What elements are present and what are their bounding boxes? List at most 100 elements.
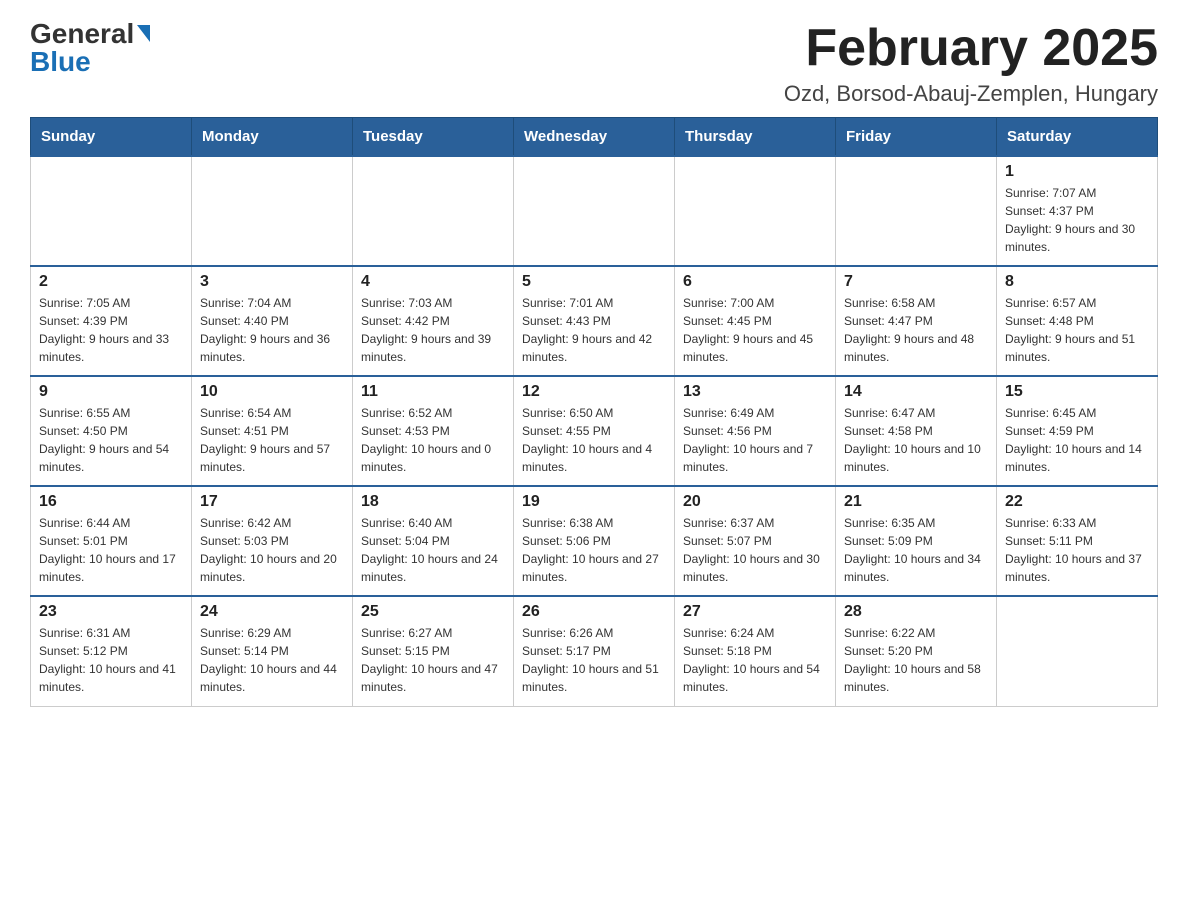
day-of-week-header: Wednesday <box>514 118 675 157</box>
calendar-day-cell: 24 Sunrise: 6:29 AMSunset: 5:14 PMDayligh… <box>192 596 353 706</box>
calendar-day-cell: 12 Sunrise: 6:50 AMSunset: 4:55 PMDayligh… <box>514 376 675 486</box>
calendar-day-cell: 21 Sunrise: 6:35 AMSunset: 5:09 PMDayligh… <box>836 486 997 596</box>
title-section: February 2025 Ozd, Borsod-Abauj-Zemplen,… <box>784 20 1158 107</box>
calendar-day-cell: 11 Sunrise: 6:52 AMSunset: 4:53 PMDayligh… <box>353 376 514 486</box>
calendar-day-cell: 25 Sunrise: 6:27 AMSunset: 5:15 PMDayligh… <box>353 596 514 706</box>
calendar-day-cell: 18Sunrise: 6:40 AMSunset: 5:04 PMDayligh… <box>353 486 514 596</box>
day-info: Sunrise: 6:45 AMSunset: 4:59 PMDaylight:… <box>1005 404 1149 476</box>
calendar-week-row: 23 Sunrise: 6:31 AMSunset: 5:12 PMDayligh… <box>31 596 1158 706</box>
day-info: Sunrise: 6:31 AMSunset: 5:12 PMDaylight:… <box>39 624 183 696</box>
day-info: Sunrise: 6:29 AMSunset: 5:14 PMDaylight:… <box>200 624 344 696</box>
page-header: General Blue February 2025 Ozd, Borsod-A… <box>30 20 1158 107</box>
day-info: Sunrise: 6:44 AMSunset: 5:01 PMDaylight:… <box>39 514 183 586</box>
day-number: 13 <box>683 383 827 401</box>
calendar-day-cell: 14 Sunrise: 6:47 AMSunset: 4:58 PMDayligh… <box>836 376 997 486</box>
day-info: Sunrise: 7:00 AMSunset: 4:45 PMDaylight:… <box>683 294 827 366</box>
calendar-day-cell <box>675 156 836 266</box>
day-info: Sunrise: 6:50 AMSunset: 4:55 PMDaylight:… <box>522 404 666 476</box>
calendar-day-cell: 19Sunrise: 6:38 AMSunset: 5:06 PMDayligh… <box>514 486 675 596</box>
day-info: Sunrise: 6:49 AMSunset: 4:56 PMDaylight:… <box>683 404 827 476</box>
calendar-day-cell: 7 Sunrise: 6:58 AMSunset: 4:47 PMDaylight… <box>836 266 997 376</box>
calendar-day-cell <box>514 156 675 266</box>
day-info: Sunrise: 6:54 AMSunset: 4:51 PMDaylight:… <box>200 404 344 476</box>
day-of-week-header: Friday <box>836 118 997 157</box>
day-number: 24 <box>200 603 344 621</box>
day-number: 11 <box>361 383 505 401</box>
calendar-week-row: 9Sunrise: 6:55 AMSunset: 4:50 PMDaylight… <box>31 376 1158 486</box>
day-info: Sunrise: 6:24 AMSunset: 5:18 PMDaylight:… <box>683 624 827 696</box>
calendar-day-cell: 4 Sunrise: 7:03 AMSunset: 4:42 PMDaylight… <box>353 266 514 376</box>
day-number: 7 <box>844 273 988 291</box>
day-number: 28 <box>844 603 988 621</box>
day-info: Sunrise: 6:37 AMSunset: 5:07 PMDaylight:… <box>683 514 827 586</box>
day-info: Sunrise: 6:42 AMSunset: 5:03 PMDaylight:… <box>200 514 344 586</box>
day-number: 23 <box>39 603 183 621</box>
calendar-day-cell: 16 Sunrise: 6:44 AMSunset: 5:01 PMDayligh… <box>31 486 192 596</box>
logo-blue: Blue <box>30 48 91 76</box>
day-of-week-header: Sunday <box>31 118 192 157</box>
calendar-day-cell: 9Sunrise: 6:55 AMSunset: 4:50 PMDaylight… <box>31 376 192 486</box>
day-number: 16 <box>39 493 183 511</box>
day-info: Sunrise: 6:55 AMSunset: 4:50 PMDaylight:… <box>39 404 183 476</box>
calendar-day-cell: 2Sunrise: 7:05 AMSunset: 4:39 PMDaylight… <box>31 266 192 376</box>
day-of-week-header: Saturday <box>997 118 1158 157</box>
calendar-day-cell: 15 Sunrise: 6:45 AMSunset: 4:59 PMDayligh… <box>997 376 1158 486</box>
calendar-day-cell: 3Sunrise: 7:04 AMSunset: 4:40 PMDaylight… <box>192 266 353 376</box>
day-number: 27 <box>683 603 827 621</box>
day-number: 1 <box>1005 163 1149 181</box>
day-number: 18 <box>361 493 505 511</box>
calendar-day-cell: 13 Sunrise: 6:49 AMSunset: 4:56 PMDayligh… <box>675 376 836 486</box>
calendar-week-row: 16 Sunrise: 6:44 AMSunset: 5:01 PMDayligh… <box>31 486 1158 596</box>
calendar-day-cell: 8 Sunrise: 6:57 AMSunset: 4:48 PMDaylight… <box>997 266 1158 376</box>
calendar-table: SundayMondayTuesdayWednesdayThursdayFrid… <box>30 117 1158 707</box>
day-number: 17 <box>200 493 344 511</box>
calendar-day-cell: 22 Sunrise: 6:33 AMSunset: 5:11 PMDayligh… <box>997 486 1158 596</box>
day-number: 5 <box>522 273 666 291</box>
day-number: 22 <box>1005 493 1149 511</box>
calendar-week-row: 2Sunrise: 7:05 AMSunset: 4:39 PMDaylight… <box>31 266 1158 376</box>
day-info: Sunrise: 6:26 AMSunset: 5:17 PMDaylight:… <box>522 624 666 696</box>
calendar-day-cell: 27 Sunrise: 6:24 AMSunset: 5:18 PMDayligh… <box>675 596 836 706</box>
location: Ozd, Borsod-Abauj-Zemplen, Hungary <box>784 81 1158 107</box>
day-info: Sunrise: 6:33 AMSunset: 5:11 PMDaylight:… <box>1005 514 1149 586</box>
day-of-week-header: Monday <box>192 118 353 157</box>
day-number: 4 <box>361 273 505 291</box>
day-info: Sunrise: 6:35 AMSunset: 5:09 PMDaylight:… <box>844 514 988 586</box>
calendar-day-cell: 6Sunrise: 7:00 AMSunset: 4:45 PMDaylight… <box>675 266 836 376</box>
calendar-day-cell: 26 Sunrise: 6:26 AMSunset: 5:17 PMDayligh… <box>514 596 675 706</box>
calendar-day-cell <box>31 156 192 266</box>
calendar-day-cell: 20 Sunrise: 6:37 AMSunset: 5:07 PMDayligh… <box>675 486 836 596</box>
calendar-day-cell: 28Sunrise: 6:22 AMSunset: 5:20 PMDayligh… <box>836 596 997 706</box>
calendar-day-cell <box>353 156 514 266</box>
day-number: 21 <box>844 493 988 511</box>
day-number: 25 <box>361 603 505 621</box>
day-number: 14 <box>844 383 988 401</box>
day-info: Sunrise: 6:58 AMSunset: 4:47 PMDaylight:… <box>844 294 988 366</box>
day-info: Sunrise: 6:47 AMSunset: 4:58 PMDaylight:… <box>844 404 988 476</box>
day-number: 15 <box>1005 383 1149 401</box>
day-info: Sunrise: 6:57 AMSunset: 4:48 PMDaylight:… <box>1005 294 1149 366</box>
day-info: Sunrise: 7:05 AMSunset: 4:39 PMDaylight:… <box>39 294 183 366</box>
day-info: Sunrise: 7:01 AMSunset: 4:43 PMDaylight:… <box>522 294 666 366</box>
day-number: 10 <box>200 383 344 401</box>
day-info: Sunrise: 6:27 AMSunset: 5:15 PMDaylight:… <box>361 624 505 696</box>
day-number: 26 <box>522 603 666 621</box>
day-number: 8 <box>1005 273 1149 291</box>
calendar-day-cell <box>192 156 353 266</box>
logo-general: General <box>30 20 134 48</box>
day-number: 12 <box>522 383 666 401</box>
calendar-week-row: 1 Sunrise: 7:07 AMSunset: 4:37 PMDaylight… <box>31 156 1158 266</box>
day-of-week-header: Thursday <box>675 118 836 157</box>
month-title: February 2025 <box>784 20 1158 77</box>
day-info: Sunrise: 6:52 AMSunset: 4:53 PMDaylight:… <box>361 404 505 476</box>
calendar-day-cell: 1 Sunrise: 7:07 AMSunset: 4:37 PMDaylight… <box>997 156 1158 266</box>
day-of-week-header: Tuesday <box>353 118 514 157</box>
day-number: 19 <box>522 493 666 511</box>
calendar-day-cell: 10 Sunrise: 6:54 AMSunset: 4:51 PMDayligh… <box>192 376 353 486</box>
day-number: 20 <box>683 493 827 511</box>
calendar-header-row: SundayMondayTuesdayWednesdayThursdayFrid… <box>31 118 1158 157</box>
day-info: Sunrise: 7:04 AMSunset: 4:40 PMDaylight:… <box>200 294 344 366</box>
calendar-day-cell <box>836 156 997 266</box>
day-info: Sunrise: 7:03 AMSunset: 4:42 PMDaylight:… <box>361 294 505 366</box>
day-info: Sunrise: 7:07 AMSunset: 4:37 PMDaylight:… <box>1005 184 1149 256</box>
